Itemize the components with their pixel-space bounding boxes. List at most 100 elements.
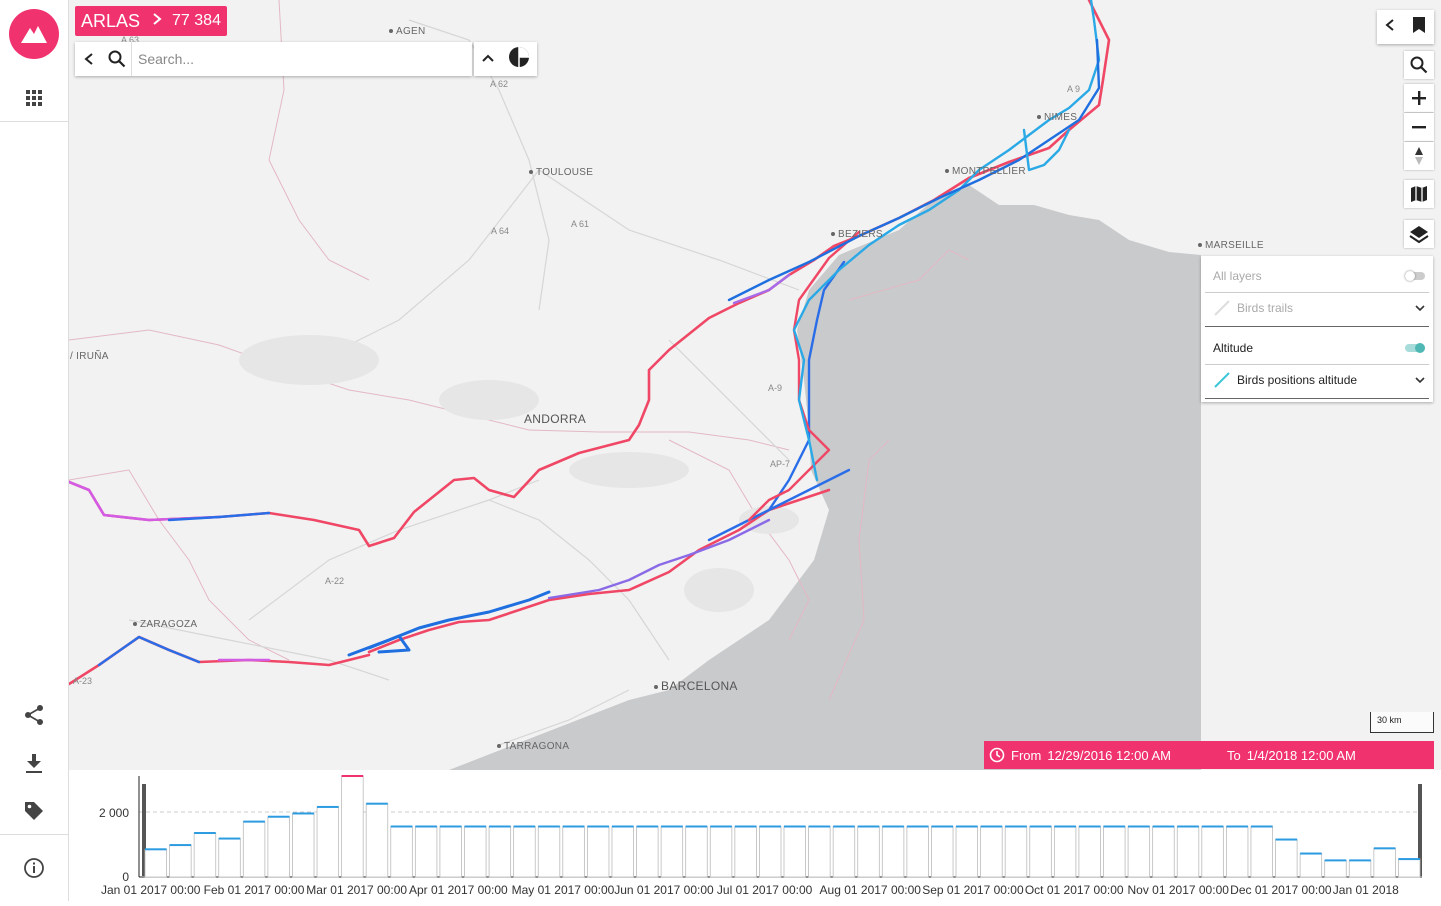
histogram-bar[interactable] (1053, 826, 1077, 878)
histogram-bar[interactable] (808, 826, 831, 878)
map-scale: 30 km (1370, 712, 1434, 733)
histogram-bar[interactable] (857, 826, 880, 878)
histogram-bar[interactable] (1398, 858, 1421, 878)
histogram-bar-top (759, 825, 781, 828)
histogram-bar[interactable] (316, 806, 340, 878)
histogram-bar[interactable] (1373, 847, 1396, 878)
x-tick-label: Jun 01 2017 00:00 (614, 883, 714, 897)
layer-row-trails[interactable]: Birds trails (1213, 298, 1425, 318)
chevron-left-icon[interactable] (75, 42, 103, 76)
info-icon[interactable] (20, 854, 48, 882)
search-icon[interactable] (103, 42, 131, 76)
histogram-bar[interactable] (906, 826, 929, 878)
x-tick-label: Nov 01 2017 00:00 (1128, 883, 1230, 897)
all-layers-toggle[interactable] (1405, 271, 1425, 281)
road-label-a62: A 62 (490, 79, 509, 89)
layer-row-positions[interactable]: Birds positions altitude (1213, 370, 1425, 390)
zoom-in-button[interactable] (1404, 84, 1434, 112)
histogram-bar[interactable] (464, 826, 487, 878)
chevron-up-icon[interactable] (481, 50, 495, 68)
histogram-bar-top (513, 825, 536, 828)
histogram-bar-top (587, 825, 609, 828)
positions-layer-label: Birds positions altitude (1237, 373, 1358, 387)
layer-row-all: All layers (1213, 266, 1425, 286)
map-search-button[interactable] (1404, 51, 1434, 79)
histogram-bar[interactable] (1152, 826, 1175, 878)
histogram-bar[interactable] (1103, 826, 1126, 878)
histogram-bar[interactable] (1176, 826, 1200, 878)
x-tick-label: Jan 01 2017 00:00 (101, 883, 201, 897)
histogram-bar[interactable] (488, 826, 512, 878)
pie-chart-icon[interactable] (508, 46, 530, 73)
histogram-bar[interactable] (439, 826, 462, 878)
layers-button[interactable] (1404, 220, 1434, 248)
histogram-bar[interactable] (734, 826, 757, 878)
share-icon[interactable] (20, 701, 48, 729)
histogram-bar[interactable] (1078, 826, 1101, 878)
histogram-bar-top (366, 802, 388, 805)
apps-grid-icon[interactable] (20, 84, 48, 112)
histogram-bar[interactable] (562, 826, 585, 878)
chevron-left-icon[interactable] (1385, 18, 1395, 37)
histogram-bar-top (1324, 859, 1347, 862)
histogram-bar[interactable] (1029, 826, 1052, 878)
histogram-bar[interactable] (1201, 826, 1224, 878)
histogram-bar[interactable] (1250, 826, 1273, 878)
histogram-bar[interactable] (1275, 839, 1298, 878)
histogram-bar[interactable] (513, 826, 536, 878)
histogram-bar-top (415, 825, 437, 828)
altitude-group-label: Altitude (1213, 341, 1254, 355)
histogram-bar[interactable] (931, 826, 954, 878)
download-icon[interactable] (20, 749, 48, 777)
histogram-bar[interactable] (365, 803, 389, 878)
histogram-bar[interactable] (980, 826, 1003, 878)
histogram-bar[interactable] (414, 826, 438, 878)
histogram-bar[interactable] (341, 775, 364, 878)
histogram-bar[interactable] (292, 813, 315, 878)
histogram-bar[interactable] (685, 826, 708, 878)
histogram-bar[interactable] (759, 826, 782, 878)
chevron-down-icon[interactable] (1415, 304, 1425, 312)
histogram-bar[interactable] (586, 826, 610, 878)
histogram-bar[interactable] (1299, 853, 1323, 878)
altitude-toggle[interactable] (1405, 343, 1425, 353)
zoom-out-button[interactable] (1404, 113, 1434, 141)
histogram-bar[interactable] (832, 826, 856, 878)
histogram-bar[interactable] (169, 844, 192, 878)
tag-icon[interactable] (20, 797, 48, 825)
bookmark-icon[interactable] (1412, 16, 1426, 39)
timeline-histogram[interactable]: 2 000 0 Jan 01 2017 00:00 Feb 01 2017 00:… (76, 772, 1434, 901)
histogram-bar[interactable] (636, 826, 659, 878)
histogram-bar[interactable] (611, 826, 634, 878)
histogram-bar[interactable] (1324, 859, 1347, 878)
histogram-bar[interactable] (881, 826, 905, 878)
basemap-button[interactable] (1404, 180, 1434, 208)
histogram-bar[interactable] (955, 826, 979, 878)
histogram-bar[interactable] (1127, 826, 1151, 878)
trail-legend-icon (1214, 300, 1230, 316)
histogram-bar[interactable] (1225, 826, 1249, 878)
histogram-bar[interactable] (193, 832, 217, 878)
clock-icon (989, 747, 1005, 763)
histogram-bar[interactable] (1004, 826, 1028, 878)
histogram-bar[interactable] (660, 826, 684, 878)
histogram-bar[interactable] (390, 826, 413, 878)
chevron-down-icon[interactable] (1415, 376, 1425, 384)
road-label-ap7: AP-7 (770, 459, 791, 469)
histogram-bar[interactable] (267, 816, 290, 878)
histogram-bar-top (1029, 825, 1052, 828)
layers-panel: All layers Birds trails Altitude Birds p… (1201, 256, 1433, 402)
histogram-bar[interactable] (537, 826, 561, 878)
histogram-bar[interactable] (242, 821, 266, 878)
arlas-logo[interactable] (9, 9, 59, 59)
time-range-bar[interactable]: From 12/29/2016 12:00 AM To 1/4/2018 12:… (984, 741, 1434, 769)
collection-badge[interactable]: ARLAS 77 384 (75, 6, 227, 36)
histogram-bar[interactable] (144, 848, 167, 878)
histogram-bar[interactable] (218, 838, 241, 878)
histogram-bar[interactable] (1348, 859, 1372, 878)
histogram-bar[interactable] (783, 826, 806, 878)
compass-button[interactable] (1404, 142, 1434, 170)
positions-legend-icon (1214, 372, 1230, 388)
search-input[interactable] (131, 42, 470, 76)
histogram-bar[interactable] (709, 826, 733, 878)
